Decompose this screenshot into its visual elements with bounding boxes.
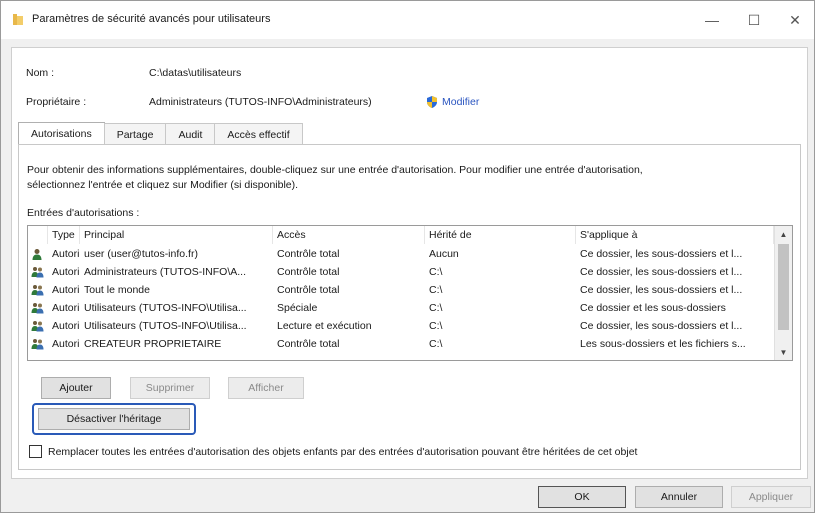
minimize-button[interactable]: —: [694, 7, 730, 33]
uac-shield-icon: [427, 96, 437, 108]
header-access[interactable]: Accès: [273, 226, 425, 244]
header-inherited-from[interactable]: Hérité de: [425, 226, 576, 244]
replace-child-permissions-checkbox[interactable]: [29, 445, 42, 458]
window-title: Paramètres de sécurité avancés pour util…: [32, 13, 271, 25]
cell-principal: Tout le monde: [84, 284, 150, 296]
cell-inherited-from: Aucun: [429, 248, 459, 260]
table-row[interactable]: Autori... Administrateurs (TUTOS-INFO\A.…: [28, 263, 774, 281]
cell-type: Autori...: [52, 284, 80, 296]
maximize-button[interactable]: ☐: [736, 7, 772, 33]
apply-button[interactable]: Appliquer: [731, 486, 811, 508]
cell-type: Autori...: [52, 320, 80, 332]
header-type[interactable]: Type: [48, 226, 80, 244]
cell-applies-to: Ce dossier, les sous-dossiers et l...: [580, 284, 743, 296]
cancel-button[interactable]: Annuler: [635, 486, 723, 508]
header-applies-to[interactable]: S'applique à: [576, 226, 774, 244]
group-icon: [28, 263, 48, 281]
table-row[interactable]: Autori... CREATEUR PROPRIETAIRE Contrôle…: [28, 335, 774, 353]
title-bar: Paramètres de sécurité avancés pour util…: [1, 1, 814, 39]
cell-inherited-from: C:\: [429, 338, 443, 350]
entries-label: Entrées d'autorisations :: [27, 207, 140, 219]
cell-type: Autori...: [52, 248, 80, 260]
scroll-up-arrow-icon[interactable]: ▲: [775, 226, 792, 242]
cell-access: Spéciale: [277, 302, 318, 314]
cell-applies-to: Les sous-dossiers et les fichiers s...: [580, 338, 746, 350]
cell-applies-to: Ce dossier et les sous-dossiers: [580, 302, 726, 314]
header-icon-column: [28, 226, 48, 244]
info-text: Pour obtenir des informations supplément…: [27, 163, 787, 193]
ok-button[interactable]: OK: [538, 486, 626, 508]
cell-access: Lecture et exécution: [277, 320, 372, 332]
cell-inherited-from: C:\: [429, 302, 443, 314]
cell-inherited-from: C:\: [429, 320, 443, 332]
modify-owner-link[interactable]: Modifier: [425, 95, 479, 109]
advanced-security-dialog: Paramètres de sécurité avancés pour util…: [0, 0, 815, 513]
tab-autorisations[interactable]: Autorisations: [18, 122, 105, 145]
disable-inheritance-button[interactable]: Désactiver l'héritage: [38, 408, 190, 430]
list-rows: Autori... user (user@tutos-info.fr) Cont…: [28, 245, 774, 353]
tab-acces-effectif[interactable]: Accès effectif: [214, 123, 303, 145]
cell-inherited-from: C:\: [429, 266, 443, 278]
tab-bar: Autorisations Partage Audit Accès effect…: [18, 122, 303, 145]
replace-child-permissions-option[interactable]: Remplacer toutes les entrées d'autorisat…: [29, 445, 637, 458]
list-header: Type Principal Accès Hérité de S'appliqu…: [28, 226, 774, 244]
owner-label: Propriétaire :: [26, 96, 87, 108]
group-icon: [28, 335, 48, 353]
cell-applies-to: Ce dossier, les sous-dossiers et l...: [580, 320, 743, 332]
cell-access: Contrôle total: [277, 338, 340, 350]
cell-inherited-from: C:\: [429, 284, 443, 296]
owner-value: Administrateurs (TUTOS-INFO\Administrate…: [149, 96, 372, 108]
user-icon: [28, 245, 48, 263]
cell-applies-to: Ce dossier, les sous-dossiers et l...: [580, 266, 743, 278]
permission-entries-list[interactable]: Type Principal Accès Hérité de S'appliqu…: [27, 225, 793, 361]
cell-principal: Administrateurs (TUTOS-INFO\A...: [84, 266, 246, 278]
name-label: Nom :: [26, 67, 55, 79]
info-line-1: Pour obtenir des informations supplément…: [27, 164, 643, 176]
tab-partage[interactable]: Partage: [103, 123, 167, 145]
list-scrollbar[interactable]: ▲ ▼: [774, 226, 792, 360]
group-icon: [28, 281, 48, 299]
modify-link-label[interactable]: Modifier: [442, 96, 479, 108]
close-button[interactable]: ✕: [777, 7, 813, 33]
cell-type: Autori...: [52, 302, 80, 314]
add-button[interactable]: Ajouter: [41, 377, 111, 399]
table-row[interactable]: Autori... Tout le monde Contrôle total C…: [28, 281, 774, 299]
permissions-panel: Pour obtenir des informations supplément…: [18, 144, 801, 470]
view-button[interactable]: Afficher: [228, 377, 304, 399]
scroll-down-arrow-icon[interactable]: ▼: [775, 344, 792, 360]
dialog-content: Nom : C:\datas\utilisateurs Propriétaire…: [11, 47, 808, 479]
header-principal[interactable]: Principal: [80, 226, 273, 244]
cell-access: Contrôle total: [277, 284, 340, 296]
cell-applies-to: Ce dossier, les sous-dossiers et l...: [580, 248, 743, 260]
info-line-2: sélectionnez l'entrée et cliquez sur Mod…: [27, 179, 299, 191]
cell-access: Contrôle total: [277, 248, 340, 260]
cell-principal: Utilisateurs (TUTOS-INFO\Utilisa...: [84, 302, 247, 314]
cell-access: Contrôle total: [277, 266, 340, 278]
cell-principal: Utilisateurs (TUTOS-INFO\Utilisa...: [84, 320, 247, 332]
replace-child-permissions-label[interactable]: Remplacer toutes les entrées d'autorisat…: [48, 446, 637, 458]
group-icon: [28, 317, 48, 335]
scrollbar-thumb[interactable]: [778, 244, 789, 330]
folder-icon: [13, 14, 23, 25]
table-row[interactable]: Autori... Utilisateurs (TUTOS-INFO\Utili…: [28, 317, 774, 335]
group-icon: [28, 299, 48, 317]
cell-principal: user (user@tutos-info.fr): [84, 248, 198, 260]
cell-principal: CREATEUR PROPRIETAIRE: [84, 338, 222, 350]
cell-type: Autori...: [52, 266, 80, 278]
cell-type: Autori...: [52, 338, 80, 350]
table-row[interactable]: Autori... user (user@tutos-info.fr) Cont…: [28, 245, 774, 263]
table-row[interactable]: Autori... Utilisateurs (TUTOS-INFO\Utili…: [28, 299, 774, 317]
remove-button[interactable]: Supprimer: [130, 377, 210, 399]
name-value: C:\datas\utilisateurs: [149, 67, 242, 79]
tab-audit[interactable]: Audit: [165, 123, 216, 145]
